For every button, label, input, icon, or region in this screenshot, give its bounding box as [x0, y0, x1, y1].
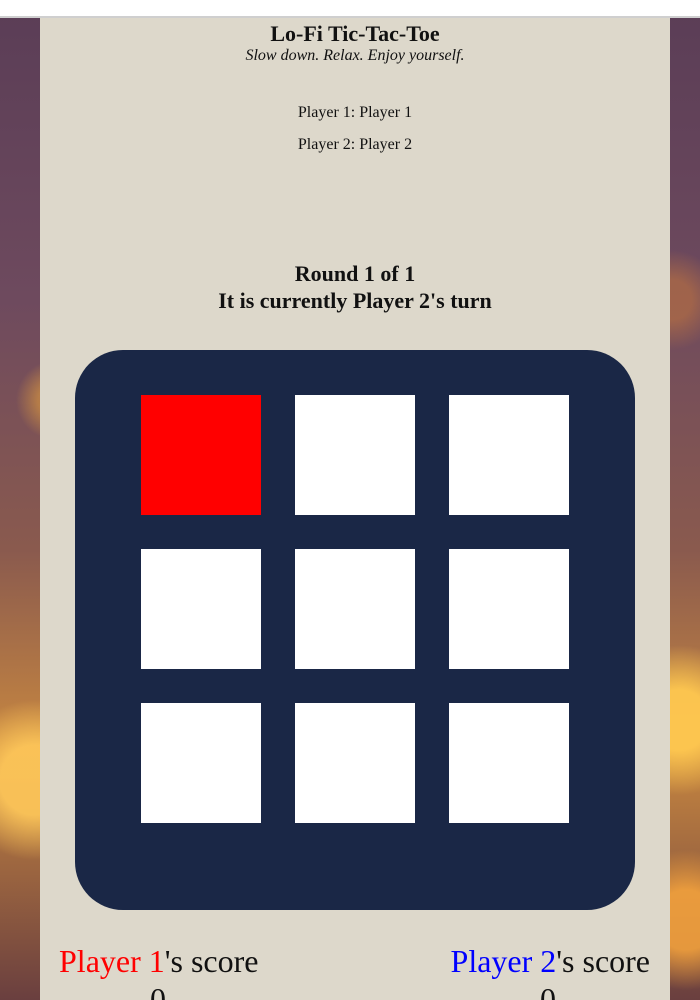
game-panel: Lo-Fi Tic-Tac-Toe Slow down. Relax. Enjo… [40, 18, 670, 1000]
turn-indicator: It is currently Player 2's turn [218, 288, 492, 313]
board-cell-8[interactable] [295, 703, 415, 823]
board-cell-5[interactable] [295, 549, 415, 669]
player-1-score-suffix: 's score [164, 943, 259, 979]
board-cell-9[interactable] [449, 703, 569, 823]
player-1-score-label: Player 1's score [59, 943, 258, 980]
player-1-name-line: Player 1: Player 1 [297, 104, 413, 121]
player-2-score-value: 0 [540, 981, 556, 1000]
board-cell-4[interactable] [141, 549, 261, 669]
player-1-score-name: Player 1 [59, 943, 165, 979]
board-cell-3[interactable] [449, 395, 569, 515]
player-2-name-line: Player 2: Player 2 [297, 136, 413, 153]
board-cell-6[interactable] [449, 549, 569, 669]
browser-top-bar [0, 0, 700, 18]
page-subtitle: Slow down. Relax. Enjoy yourself. [245, 47, 465, 64]
player-1-score-value: 0 [150, 981, 166, 1000]
board-cell-7[interactable] [141, 703, 261, 823]
game-board [75, 350, 635, 910]
player-2-score-label: Player 2's score [451, 943, 650, 980]
round-indicator: Round 1 of 1 [294, 261, 416, 286]
board-cell-1[interactable] [141, 395, 261, 515]
player-2-score-suffix: 's score [556, 943, 650, 979]
player-2-score-name: Player 2 [450, 943, 557, 979]
board-cell-2[interactable] [295, 395, 415, 515]
page-title: Lo-Fi Tic-Tac-Toe [270, 21, 440, 46]
